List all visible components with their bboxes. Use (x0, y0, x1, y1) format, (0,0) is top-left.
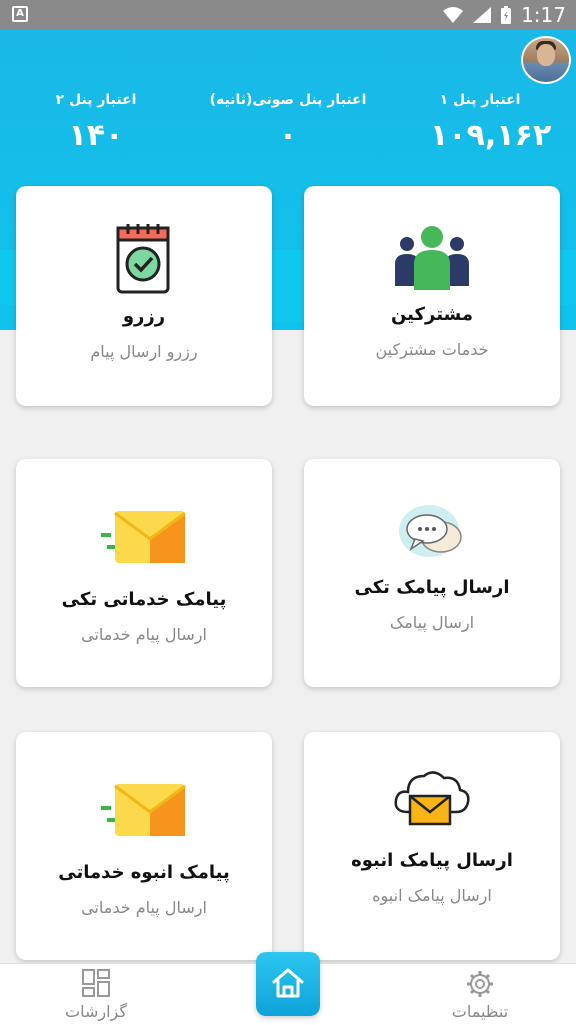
card-reserve-title: رزرو (122, 306, 166, 327)
stat-voice-panel: اعتبار پنل صوتی(ثانیه) ۰ (208, 92, 368, 153)
clock: 1:17 (521, 3, 566, 27)
stat-panel-1-value: ۱۰۹,۱۶۲ (430, 118, 552, 153)
card-reserve[interactable]: رزرو رزرو ارسال پیام (16, 186, 272, 406)
nav-reports[interactable]: گزارشات (36, 964, 156, 1025)
card-single-service-sms-title: پیامک خدماتی تکی (61, 589, 227, 610)
stat-panel-1: اعتبار پنل ۱ ۱۰۹,۱۶۲ (430, 92, 552, 153)
card-reserve-subtitle: رزرو ارسال پیام (90, 342, 198, 361)
nav-settings-label: تنظیمات (451, 1002, 509, 1021)
gear-icon (467, 971, 493, 997)
cloud-envelope-icon (394, 771, 470, 826)
card-single-service-sms-subtitle: ارسال پیام خدماتی (81, 625, 207, 644)
battery-icon (501, 6, 512, 24)
stat-panel-2-value: ۱۴۰ (68, 118, 124, 153)
nav-settings[interactable]: تنظیمات (420, 964, 540, 1025)
avatar[interactable] (521, 36, 571, 84)
card-single-service-sms[interactable]: پیامک خدماتی تکی ارسال پیام خدماتی (16, 459, 272, 687)
card-single-sms-subtitle: ارسال پیامک (389, 613, 475, 632)
stat-voice-panel-label: اعتبار پنل صوتی(ثانیه) (209, 92, 367, 108)
stat-panel-1-label: اعتبار پنل ۱ (439, 92, 521, 108)
card-customers-title: مشترکین (390, 304, 474, 325)
card-single-sms-title: ارسال پیامک تکی (354, 577, 510, 598)
chat-bubbles-icon (399, 505, 462, 557)
calendar-check-icon (116, 224, 170, 294)
home-button[interactable] (256, 952, 320, 1016)
card-bulk-sms[interactable]: ارسال پیامک انبوه ارسال پیامک انبوه (304, 732, 560, 960)
fast-envelope-icon (101, 511, 186, 563)
card-bulk-service-sms-subtitle: ارسال پیام خدماتی (81, 898, 207, 917)
dashboard-grid-icon (82, 969, 110, 997)
stat-panel-2: اعتبار پنل ۲ ۱۴۰ (46, 92, 146, 153)
card-customers-subtitle: خدمات مشترکین (375, 340, 489, 359)
users-icon (395, 226, 469, 290)
card-bulk-service-sms[interactable]: پیامک انبوه خدماتی ارسال پیام خدماتی (16, 732, 272, 960)
nav-reports-label: گزارشات (65, 1002, 127, 1021)
card-bulk-sms-title: ارسال پیامک انبوه (351, 850, 513, 871)
status-bar: A 1:17 (0, 0, 576, 30)
card-bulk-service-sms-title: پیامک انبوه خدماتی (58, 862, 230, 883)
card-bulk-sms-subtitle: ارسال پیامک انبوه (372, 886, 492, 905)
card-single-sms[interactable]: ارسال پیامک تکی ارسال پیامک (304, 459, 560, 687)
signal-icon (473, 7, 492, 23)
stat-voice-panel-value: ۰ (278, 118, 298, 153)
keyboard-indicator-icon: A (12, 6, 28, 22)
wifi-icon (443, 7, 464, 23)
card-customers[interactable]: مشترکین خدمات مشترکین (304, 186, 560, 406)
fast-envelope-icon (101, 784, 186, 836)
stat-panel-2-label: اعتبار پنل ۲ (55, 92, 137, 108)
home-icon (272, 968, 304, 998)
